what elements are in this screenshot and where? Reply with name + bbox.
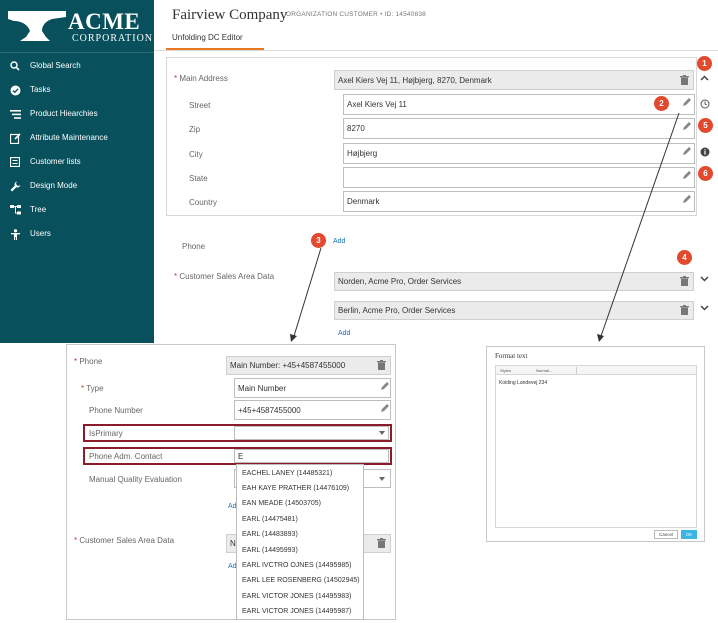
marker-badge: 4 — [677, 250, 692, 265]
marker-badge: 3 — [311, 233, 326, 248]
marker-badge: 5 — [698, 118, 713, 133]
marker-badge: 1 — [697, 56, 712, 71]
annotation-arrows — [290, 112, 680, 342]
marker-badge: 2 — [654, 96, 669, 111]
marker-badge: 6 — [698, 166, 713, 181]
